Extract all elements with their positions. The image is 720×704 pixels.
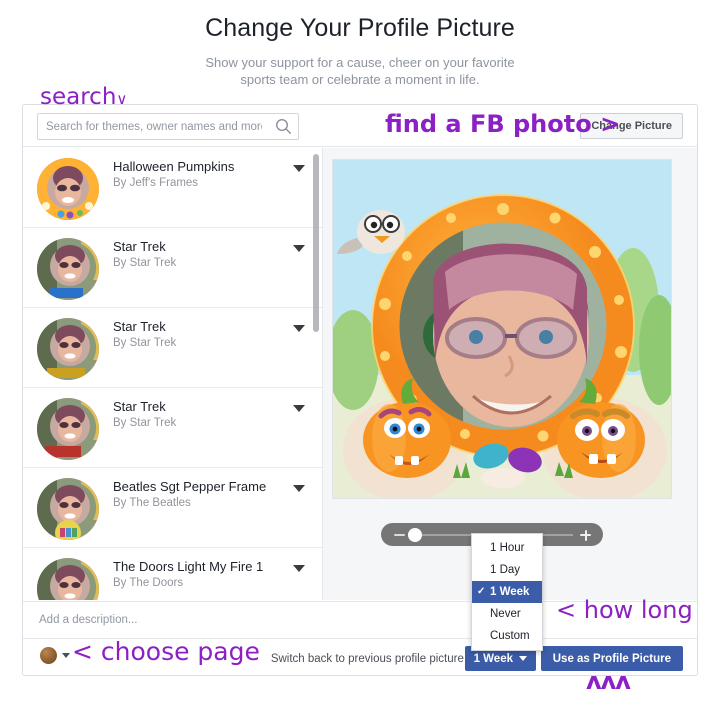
- page-subtitle: Show your support for a cause, cheer on …: [205, 55, 515, 87]
- frame-thumbnail: [37, 398, 99, 460]
- duration-value: 1 Week: [473, 652, 513, 665]
- list-item-author: By Star Trek: [113, 337, 177, 349]
- zoom-in-icon-vertical[interactable]: [584, 529, 587, 541]
- search-input[interactable]: [38, 114, 270, 139]
- list-item-author: By Star Trek: [113, 257, 177, 269]
- zoom-slider-handle[interactable]: [408, 528, 422, 542]
- list-item[interactable]: Beatles Sgt Pepper Frame By The Beatles: [23, 468, 322, 548]
- list-item[interactable]: Star Trek By Star Trek: [23, 228, 322, 308]
- check-icon: ✓: [477, 586, 486, 597]
- list-item-title: The Doors Light My Fire 1: [113, 559, 264, 574]
- chevron-down-icon[interactable]: [293, 165, 305, 172]
- chevron-down-icon[interactable]: [293, 565, 305, 572]
- frame-thumbnail: [37, 318, 99, 380]
- list-item-author: By The Beatles: [113, 497, 191, 509]
- duration-dropdown-menu[interactable]: 1 Hour 1 Day ✓ 1 Week Never Custom: [471, 533, 543, 651]
- list-item-title: Star Trek: [113, 319, 166, 334]
- frame-list[interactable]: Halloween Pumpkins By Jeff's Frames Star…: [23, 148, 323, 600]
- scrollbar-thumb[interactable]: [313, 154, 319, 332]
- menu-item-1-hour[interactable]: 1 Hour: [472, 537, 542, 559]
- list-item[interactable]: Star Trek By Star Trek: [23, 308, 322, 388]
- page-title: Change Your Profile Picture: [205, 14, 515, 42]
- page-avatar-icon: [40, 647, 57, 664]
- list-item[interactable]: Halloween Pumpkins By Jeff's Frames: [23, 148, 322, 228]
- frame-thumbnail: [37, 238, 99, 300]
- page-chooser-button[interactable]: [40, 647, 70, 664]
- chevron-down-icon[interactable]: [293, 405, 305, 412]
- list-item-author: By Jeff's Frames: [113, 177, 199, 189]
- list-item-title: Star Trek: [113, 399, 166, 414]
- list-item[interactable]: Star Trek By Star Trek: [23, 388, 322, 468]
- frame-thumbnail: [37, 478, 99, 540]
- profile-picture-preview[interactable]: [332, 159, 672, 499]
- menu-item-never[interactable]: Never: [472, 603, 542, 625]
- frame-list-scrollbar[interactable]: [313, 152, 319, 596]
- chevron-down-icon[interactable]: [62, 653, 70, 658]
- annotation-choose-page: < choose page: [72, 637, 260, 666]
- chevron-down-icon[interactable]: [293, 485, 305, 492]
- menu-item-custom[interactable]: Custom: [472, 625, 542, 647]
- annotation-search-text: search: [40, 84, 117, 110]
- chevron-down-icon: [519, 656, 527, 661]
- annotation-search-caret: ∨: [116, 90, 128, 108]
- chevron-down-icon[interactable]: [293, 325, 305, 332]
- annotation-up-carets: ʌʌʌ: [586, 667, 631, 695]
- chevron-down-icon[interactable]: [293, 245, 305, 252]
- menu-item-1-day[interactable]: 1 Day: [472, 559, 542, 581]
- annotation-search: search∨: [40, 84, 127, 110]
- search-box[interactable]: [37, 113, 299, 140]
- list-item-author: By Star Trek: [113, 417, 177, 429]
- main-card: Change Picture: [22, 104, 698, 676]
- card-body: Halloween Pumpkins By Jeff's Frames Star…: [23, 148, 697, 600]
- annotation-find-fb-photo: find a FB photo >: [385, 110, 621, 138]
- list-item-author: By The Doors: [113, 577, 184, 589]
- list-item-title: Star Trek: [113, 239, 166, 254]
- list-item-title: Beatles Sgt Pepper Frame: [113, 479, 267, 494]
- annotation-how-long: < how long: [556, 596, 693, 624]
- list-item-title: Halloween Pumpkins: [113, 159, 235, 174]
- search-icon: [275, 118, 292, 140]
- profile-picture-dialog: Change Your Profile Picture Show your su…: [0, 0, 720, 704]
- zoom-out-icon[interactable]: [394, 534, 405, 536]
- frame-thumbnail: [37, 158, 99, 220]
- switch-back-label: Switch back to previous profile picture …: [270, 653, 476, 665]
- menu-item-1-week-label: 1 Week: [490, 586, 530, 598]
- list-item[interactable]: The Doors Light My Fire 1 By The Doors: [23, 548, 322, 600]
- menu-item-1-week[interactable]: ✓ 1 Week: [472, 581, 542, 603]
- frame-thumbnail: [37, 558, 99, 600]
